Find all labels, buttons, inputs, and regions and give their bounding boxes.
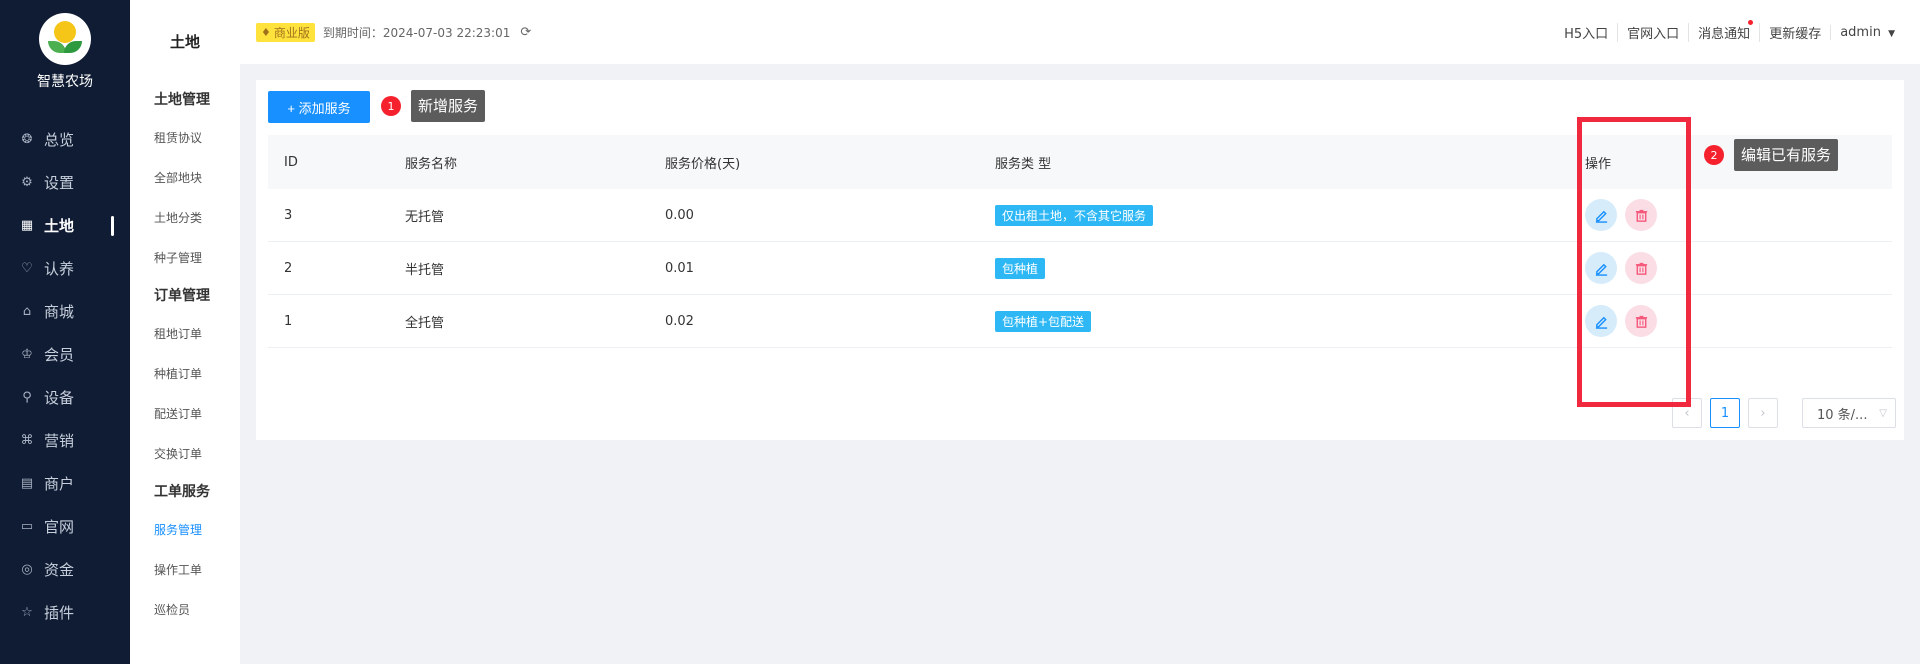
logo[interactable]: 智慧农场 (0, 0, 130, 104)
cell-price: 0.02 (665, 313, 694, 329)
annotation-tip-edit: 编辑已有服务 (1734, 139, 1839, 171)
sidebar-item-label: 资金 (44, 561, 75, 579)
diamond-icon: ♦ (261, 25, 271, 39)
crown-icon: ♔ (21, 347, 33, 362)
sidebar-item-1[interactable]: ⚙ 设置 (0, 161, 130, 204)
subnav-item[interactable]: 巡检员 (130, 590, 240, 630)
sidebar-item-label: 认养 (44, 260, 75, 278)
sidebar-item-label: 会员 (44, 346, 75, 364)
subnav-item[interactable]: 土地分类 (130, 198, 240, 238)
page-size-select[interactable]: 10 条/... ▽ (1802, 398, 1896, 428)
command-icon: ⌘ (20, 433, 34, 448)
sidebar-item-label: 设置 (44, 174, 75, 192)
page-number[interactable]: 1 (1710, 398, 1740, 428)
sidebar-item-10[interactable]: ◎ 资金 (0, 548, 130, 591)
subnav-item[interactable]: 种植订单 (130, 354, 240, 394)
sidebar-item-label: 营销 (44, 432, 75, 450)
cell-name: 无托管 (405, 209, 445, 225)
sidebar-item-label: 设备 (44, 389, 75, 407)
col-price: 服务价格(天) (665, 156, 741, 172)
subnav-item[interactable]: 租赁协议 (130, 118, 240, 158)
cell-id: 2 (284, 260, 293, 276)
sidebar-item-label: 插件 (44, 604, 75, 622)
subnav-item[interactable]: 交换订单 (130, 434, 240, 474)
refresh-icon[interactable]: ⟳ (520, 25, 531, 40)
bulb-icon: ⚲ (22, 390, 32, 405)
col-name: 服务名称 (405, 156, 458, 172)
heart-icon: ♡ (21, 261, 33, 276)
dashboard-icon: ❂ (21, 132, 33, 147)
admin-user-menu[interactable]: admin ▼ (1830, 24, 1904, 40)
cell-price: 0.00 (665, 207, 694, 223)
next-page-button[interactable]: › (1748, 398, 1778, 428)
subnav-item[interactable]: 配送订单 (130, 394, 240, 434)
sidebar-item-11[interactable]: ☆ 插件 (0, 591, 130, 634)
sidebar-item-2[interactable]: ▦ 土地 (0, 204, 130, 247)
website-entry-link[interactable]: 官网入口 (1617, 22, 1688, 42)
sidebar-item-label: 土地 (44, 217, 75, 235)
subnav-item[interactable]: 全部地块 (130, 158, 240, 198)
edition-badge: ♦ 商业版 (256, 22, 315, 42)
annotation-number-2: 2 (1704, 145, 1724, 165)
sidebar-item-4[interactable]: ⌂ 商城 (0, 290, 130, 333)
col-id: ID (284, 154, 298, 170)
subnav-groups: 土地管理租赁协议 全部地块 土地分类 种子管理订单管理租地订单 种植订单 配送订单 交换订单… (130, 82, 240, 630)
sidebar-item-0[interactable]: ❂ 总览 (0, 118, 130, 161)
grid-icon: ▦ (20, 218, 34, 233)
annotation-number-1: 1 (381, 96, 401, 116)
coin-icon: ◎ (21, 562, 33, 577)
service-type-tag: 包种植+包配送 (995, 310, 1092, 332)
cell-price: 0.01 (665, 260, 694, 276)
star-icon: ☆ (21, 605, 33, 620)
cell-id: 3 (284, 207, 293, 223)
sidebar-item-9[interactable]: ▭ 官网 (0, 505, 130, 548)
window-icon: ▭ (20, 519, 34, 534)
top-header: ♦ 商业版 到期时间：2024-07-03 22:23:01 ⟳ H5入口 官网… (240, 0, 1920, 64)
cell-name: 半托管 (405, 262, 445, 278)
expire-time: 到期时间：2024-07-03 22:23:01 (322, 25, 511, 40)
service-type-tag: 仅出租土地，不含其它服务 (995, 204, 1154, 226)
subnav-item[interactable]: 服务管理 (130, 510, 240, 550)
sidebar-item-3[interactable]: ♡ 认养 (0, 247, 130, 290)
cell-id: 1 (284, 313, 293, 329)
subnav-group-title: 工单服务 (154, 484, 210, 500)
sidebar-item-label: 官网 (44, 518, 75, 536)
annotation-highlight-box (1577, 117, 1691, 407)
update-cache-link[interactable]: 更新缓存 (1759, 22, 1830, 42)
store-icon: ⌂ (22, 304, 32, 319)
subnav-group-title: 土地管理 (154, 92, 210, 108)
col-type: 服务类 型 (995, 156, 1052, 172)
shop-icon: ▤ (20, 476, 34, 491)
gear-icon: ⚙ (21, 175, 33, 190)
sidebar-item-7[interactable]: ⌘ 营销 (0, 419, 130, 462)
message-notify-link[interactable]: 消息通知 (1688, 19, 1759, 42)
pagination: ‹ 1 › 10 条/... ▽ (1664, 398, 1896, 428)
caret-down-icon: ▼ (1888, 28, 1895, 39)
sidebar-item-label: 商户 (44, 475, 75, 493)
main-nav: ❂ 总览 ⚙ 设置 ▦ 土地 ♡ 认养 ⌂ 商城 ♔ 会员 ⚲ 设备 ⌘ 营销 ▤ 商户 ▭ 官网 ◎ 资金 ☆ 插件 (0, 118, 130, 634)
add-service-button[interactable]: + 添加服务 (268, 91, 370, 123)
chevron-down-icon: ▽ (1879, 407, 1887, 419)
sidebar-item-5[interactable]: ♔ 会员 (0, 333, 130, 376)
h5-entry-link[interactable]: H5入口 (1555, 23, 1617, 42)
logo-text: 智慧农场 (37, 74, 93, 90)
annotation-tip-add: 新增服务 (411, 90, 486, 122)
subnav-item[interactable]: 操作工单 (130, 550, 240, 590)
sidebar-item-label: 商城 (44, 303, 75, 321)
subnav-item[interactable]: 种子管理 (130, 238, 240, 278)
logo-icon (39, 13, 91, 65)
cell-name: 全托管 (405, 315, 445, 331)
subnav-title: 土地 (169, 32, 200, 51)
sidebar-item-label: 总览 (44, 131, 75, 149)
sidebar-item-6[interactable]: ⚲ 设备 (0, 376, 130, 419)
subnav-group-title: 订单管理 (154, 288, 210, 304)
subnav-item[interactable]: 租地订单 (130, 314, 240, 354)
notification-dot (1748, 19, 1754, 25)
sub-sidebar: 土地 土地管理租赁协议 全部地块 土地分类 种子管理订单管理租地订单 种植订单 配送订单交… (130, 0, 240, 664)
sidebar-item-8[interactable]: ▤ 商户 (0, 462, 130, 505)
main-sidebar: 智慧农场 ❂ 总览 ⚙ 设置 ▦ 土地 ♡ 认养 ⌂ 商城 ♔ 会员 ⚲ 设备 ⌘ 营销 ▤ 商户 ▭ 官网 ◎ 资金 ☆ 插… (0, 0, 130, 664)
service-type-tag: 包种植 (995, 257, 1046, 279)
